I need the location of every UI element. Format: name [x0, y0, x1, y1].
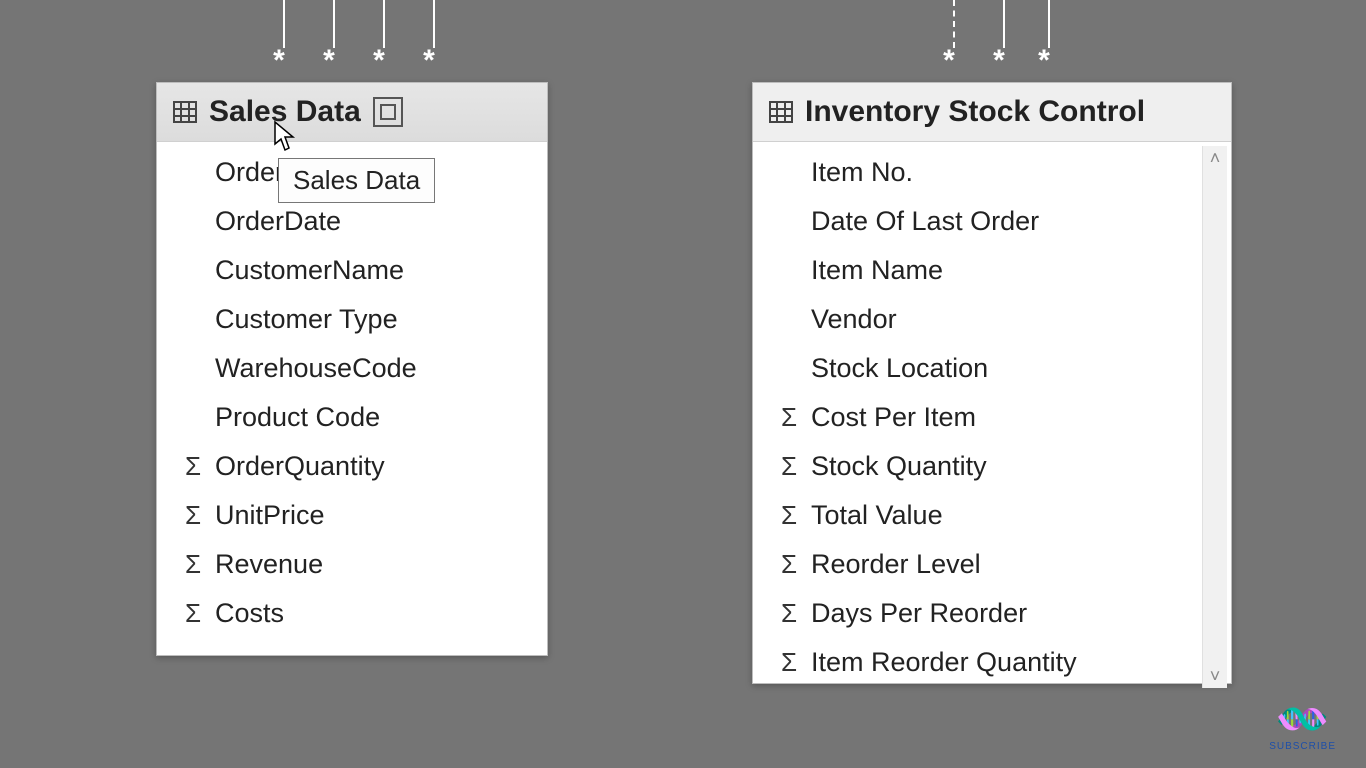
table-title: Sales Data [209, 95, 361, 129]
table-header[interactable]: Sales Data [157, 83, 547, 142]
field-row[interactable]: Customer Type [157, 295, 547, 344]
tooltip-table-name: Sales Data [278, 158, 435, 203]
field-name: UnitPrice [213, 500, 325, 531]
field-row[interactable]: Item Reorder Quantity [753, 638, 1231, 687]
field-row[interactable]: WarehouseCode [157, 344, 547, 393]
sigma-icon [173, 500, 213, 531]
table-icon [173, 101, 197, 123]
table-header[interactable]: Inventory Stock Control [753, 83, 1231, 142]
cardinality-many-icon: * [938, 48, 960, 74]
field-row[interactable]: Days Per Reorder [753, 589, 1231, 638]
field-name: OrderDate [213, 206, 341, 237]
field-row[interactable]: Vendor [753, 295, 1231, 344]
field-row[interactable]: OrderDate [157, 197, 547, 246]
cardinality-many-icon: * [268, 48, 290, 74]
field-name: Item No. [809, 157, 913, 188]
table-title: Inventory Stock Control [805, 95, 1145, 129]
field-list: Order OrderDate CustomerName Customer Type W… [157, 142, 547, 664]
field-name: Costs [213, 598, 284, 629]
field-name: Order [213, 157, 284, 188]
relationship-line: * [428, 0, 440, 74]
sigma-icon [769, 647, 809, 678]
table-icon [769, 101, 793, 123]
field-name: Product Code [213, 402, 380, 433]
sigma-icon [769, 451, 809, 482]
field-name: Days Per Reorder [809, 598, 1027, 629]
sigma-icon [769, 402, 809, 433]
field-row[interactable]: CustomerName [157, 246, 547, 295]
relationship-line: * [328, 0, 340, 74]
scroll-down-icon[interactable]: ˅ [1210, 664, 1221, 688]
cardinality-many-icon: * [368, 48, 390, 74]
field-name: WarehouseCode [213, 353, 417, 384]
field-list: ˄ ˅ Item No. Date Of Last Order Item Name V… [753, 142, 1231, 692]
field-name: Revenue [213, 549, 323, 580]
field-row[interactable]: Revenue [157, 540, 547, 589]
relationship-line: * [378, 0, 390, 74]
relationship-line: * [998, 0, 1010, 74]
field-row[interactable]: Date Of Last Order [753, 197, 1231, 246]
sigma-icon [769, 598, 809, 629]
field-row[interactable]: Cost Per Item [753, 393, 1231, 442]
field-name: Item Name [809, 255, 943, 286]
field-name: Total Value [809, 500, 943, 531]
sigma-icon [173, 549, 213, 580]
field-name: Vendor [809, 304, 897, 335]
cardinality-many-icon: * [1033, 48, 1055, 74]
field-name: Stock Location [809, 353, 988, 384]
field-row[interactable]: Costs [157, 589, 547, 638]
field-row[interactable]: Product Code [157, 393, 547, 442]
field-name: Customer Type [213, 304, 398, 335]
relationship-line: * [1043, 0, 1055, 74]
cardinality-many-icon: * [988, 48, 1010, 74]
scroll-up-icon[interactable]: ˄ [1210, 146, 1221, 170]
sigma-icon [769, 500, 809, 531]
field-row[interactable]: Stock Quantity [753, 442, 1231, 491]
cardinality-many-icon: * [318, 48, 340, 74]
field-row[interactable]: Item Name [753, 246, 1231, 295]
field-name: Reorder Level [809, 549, 981, 580]
sigma-icon [769, 549, 809, 580]
dna-icon: 🧬 [1276, 693, 1330, 747]
table-card-inventory-stock-control[interactable]: Inventory Stock Control ˄ ˅ Item No.Date… [752, 82, 1232, 684]
field-row[interactable]: Reorder Level [753, 540, 1231, 589]
field-name: Stock Quantity [809, 451, 987, 482]
field-name: Date Of Last Order [809, 206, 1039, 237]
field-row[interactable]: UnitPrice [157, 491, 547, 540]
field-row[interactable]: OrderQuantity [157, 442, 547, 491]
relationship-line: * [278, 0, 290, 74]
field-name: OrderQuantity [213, 451, 385, 482]
scrollbar[interactable]: ˄ ˅ [1202, 146, 1227, 688]
field-row[interactable]: Total Value [753, 491, 1231, 540]
field-name: Item Reorder Quantity [809, 647, 1077, 678]
relationship-line: * [948, 0, 960, 74]
field-name: CustomerName [213, 255, 404, 286]
field-row[interactable]: Item No. [753, 148, 1231, 197]
cardinality-many-icon: * [418, 48, 440, 74]
field-row[interactable]: Stock Location [753, 344, 1231, 393]
table-options-button[interactable] [373, 97, 403, 127]
subscribe-label: SUBSCRIBE [1269, 741, 1336, 752]
sigma-icon [173, 598, 213, 629]
subscribe-watermark: 🧬 SUBSCRIBE [1269, 703, 1336, 752]
sigma-icon [173, 451, 213, 482]
field-name: Cost Per Item [809, 402, 976, 433]
